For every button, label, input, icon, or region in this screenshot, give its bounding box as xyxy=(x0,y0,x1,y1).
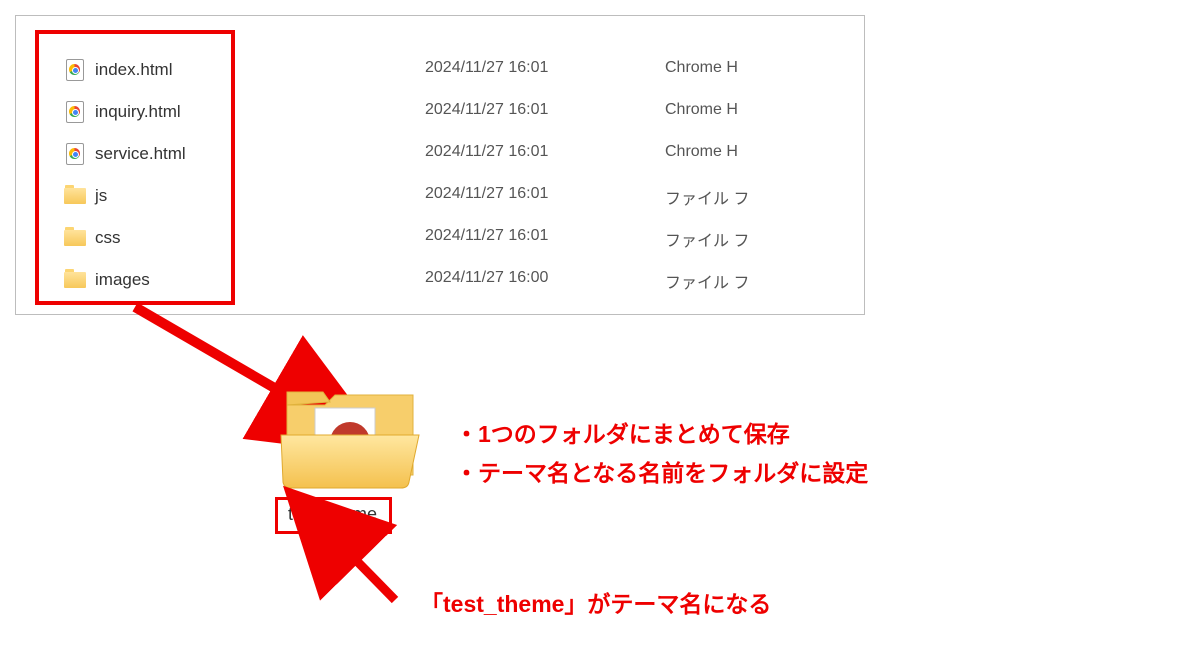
file-date: 2024/11/27 16:01 xyxy=(425,59,548,77)
chrome-file-icon xyxy=(55,145,95,163)
file-row[interactable]: images xyxy=(55,260,150,300)
folder-name-label: test_theme xyxy=(275,497,392,534)
file-row[interactable]: js xyxy=(55,176,107,216)
file-row[interactable]: index.html xyxy=(55,50,172,90)
file-name: css xyxy=(95,228,121,248)
file-type: Chrome H xyxy=(665,143,738,161)
file-row[interactable]: service.html xyxy=(55,134,186,174)
folder-icon xyxy=(55,272,95,288)
file-name: index.html xyxy=(95,60,172,80)
file-type: Chrome H xyxy=(665,59,738,77)
file-type: Chrome H xyxy=(665,101,738,119)
file-row[interactable]: css xyxy=(55,218,121,258)
file-name: inquiry.html xyxy=(95,102,181,122)
file-name: js xyxy=(95,186,107,206)
file-type: ファイル フ xyxy=(665,269,749,293)
annotation-line2: ・テーマ名となる名前をフォルダに設定 xyxy=(455,454,868,493)
file-date: 2024/11/27 16:00 xyxy=(425,269,548,287)
file-date: 2024/11/27 16:01 xyxy=(425,101,548,119)
file-date: 2024/11/27 16:01 xyxy=(425,227,548,245)
diagram-canvas: index.html 2024/11/27 16:01 Chrome H inquir… xyxy=(0,0,1200,660)
annotation-main: ・1つのフォルダにまとめて保存 ・テーマ名となる名前をフォルダに設定 xyxy=(455,415,868,493)
file-type: ファイル フ xyxy=(665,185,749,209)
annotation-line1: ・1つのフォルダにまとめて保存 xyxy=(455,415,868,454)
chrome-file-icon xyxy=(55,61,95,79)
folder-name-text: test_theme xyxy=(288,504,377,524)
folder-icon xyxy=(55,188,95,204)
folder-icon xyxy=(55,230,95,246)
file-date: 2024/11/27 16:01 xyxy=(425,185,548,203)
annotation-bottom: 「test_theme」がテーマ名になる xyxy=(420,585,771,624)
file-date: 2024/11/27 16:01 xyxy=(425,143,548,161)
file-name: service.html xyxy=(95,144,186,164)
file-row[interactable]: inquiry.html xyxy=(55,92,181,132)
file-name: images xyxy=(95,270,150,290)
file-type: ファイル フ xyxy=(665,227,749,251)
chrome-file-icon xyxy=(55,103,95,121)
